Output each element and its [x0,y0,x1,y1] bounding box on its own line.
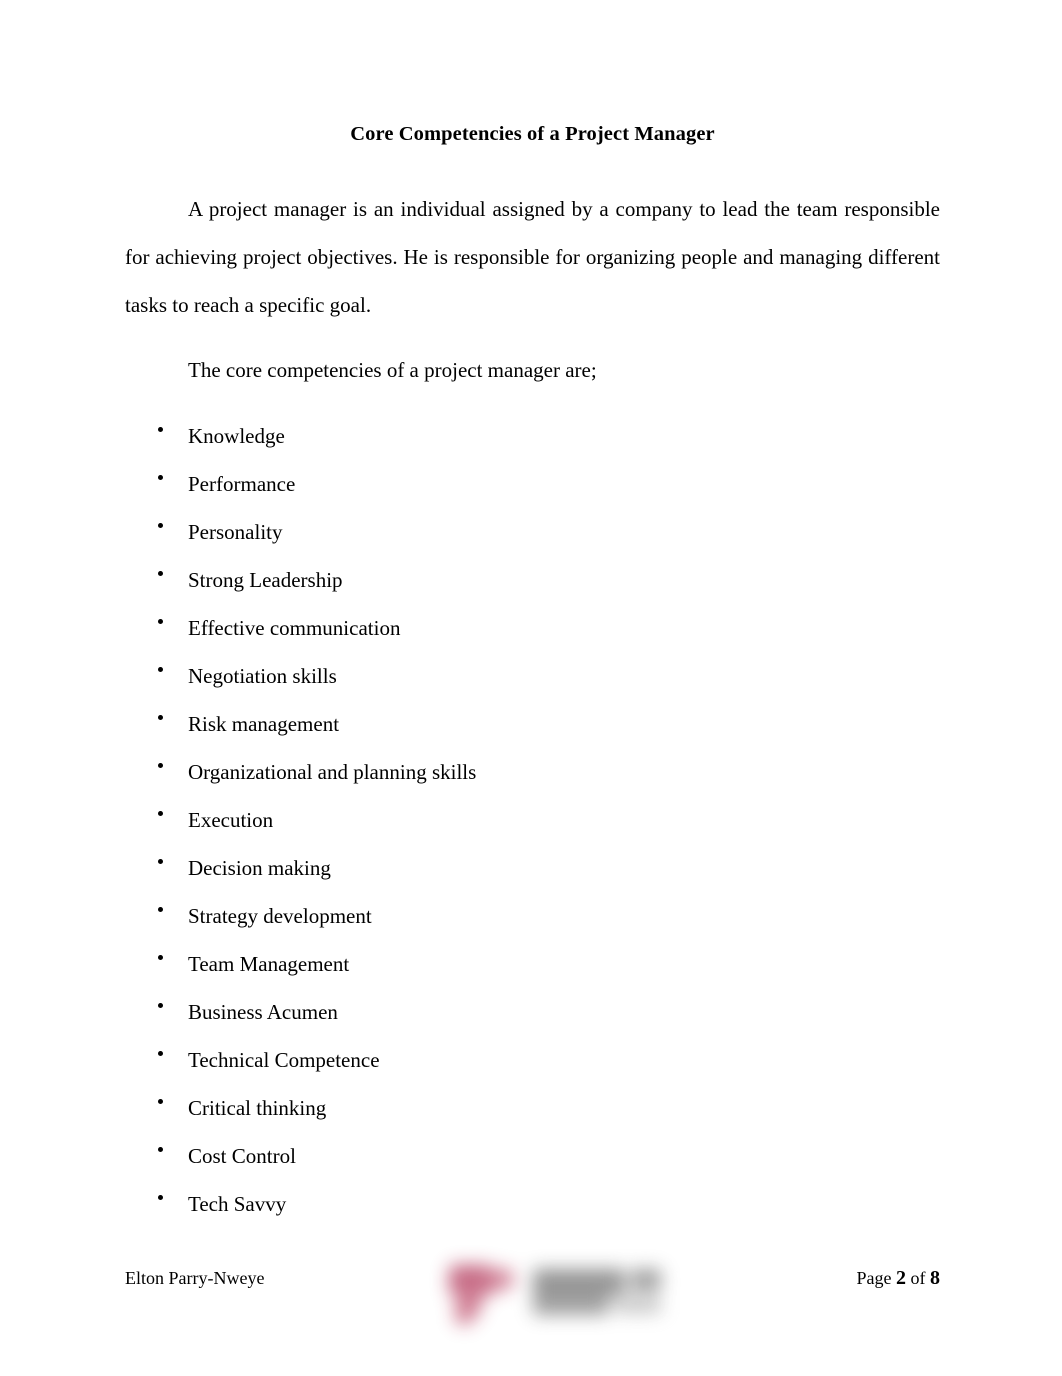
watermark-gray-block [615,1297,661,1313]
list-item: Strategy development [125,892,940,940]
watermark-gray-block [533,1269,625,1295]
list-item-label: Team Management [188,951,350,976]
watermark-pink-shape [455,1299,473,1325]
list-item: Organizational and planning skills [125,748,940,796]
list-item: Performance [125,460,940,508]
page-footer: Elton Parry-Nweye Page 2 of 8 [125,1263,941,1325]
list-item: Team Management [125,940,940,988]
page-number-indicator: Page 2 of 8 [857,1263,941,1293]
list-item-label: Cost Control [188,1143,296,1168]
list-item-label: Effective communication [188,615,401,640]
bullet-icon [158,906,163,912]
watermark-gray-block [533,1293,609,1315]
bullet-icon [158,714,163,720]
bullet-icon [158,1194,163,1200]
bullet-icon [158,618,163,624]
list-item-label: Execution [188,807,274,832]
list-item-label: Negotiation skills [188,663,337,688]
redacted-logo-watermark-icon [435,1251,675,1346]
list-item: Business Acumen [125,988,940,1036]
list-item: Decision making [125,844,940,892]
list-item-label: Strategy development [188,903,372,928]
list-item: Cost Control [125,1132,940,1180]
list-item-label: Tech Savvy [188,1191,287,1216]
watermark-gray-block [631,1269,661,1291]
list-item: Critical thinking [125,1084,940,1132]
list-item-label: Personality [188,519,283,544]
of-label: of [910,1268,926,1288]
bullet-icon [158,474,163,480]
watermark-pink-shape [449,1265,495,1295]
list-item: Tech Savvy [125,1180,940,1228]
list-item: Execution [125,796,940,844]
list-item-label: Critical thinking [188,1095,327,1120]
intro-paragraph: A project manager is an individual assig… [125,196,940,317]
bullet-icon [158,954,163,960]
bullet-icon [158,666,163,672]
page-label: Page [856,1268,892,1288]
list-item-label: Technical Competence [188,1047,380,1072]
list-item-label: Risk management [188,711,340,736]
list-lead-in-paragraph: The core competencies of a project manag… [188,357,597,382]
list-item: Personality [125,508,940,556]
bullet-icon [158,1050,163,1056]
watermark-pink-shape [459,1281,481,1317]
bullet-icon [158,858,163,864]
document-content: Core Competencies of a Project Manager A… [125,0,940,1228]
list-item: Negotiation skills [125,652,940,700]
list-item-label: Organizational and planning skills [188,759,477,784]
bullet-icon [158,522,163,528]
list-item: Technical Competence [125,1036,940,1084]
list-item: Knowledge [125,412,940,460]
document-page: Core Competencies of a Project Manager A… [0,0,1062,1376]
list-item: Risk management [125,700,940,748]
bullet-icon [158,570,163,576]
list-item-label: Strong Leadership [188,567,343,592]
competencies-list: Knowledge Performance Personality Strong… [125,412,940,1228]
footer-author: Elton Parry-Nweye [125,1268,265,1288]
page-title: Core Competencies of a Project Manager [350,123,715,145]
list-item: Strong Leadership [125,556,940,604]
list-item-label: Decision making [188,855,331,880]
list-item-label: Knowledge [188,423,285,448]
list-item-label: Performance [188,471,296,496]
bullet-icon [158,1098,163,1104]
bullet-icon [158,426,163,432]
current-page-number: 2 [896,1267,906,1289]
watermark-pink-shape [487,1269,513,1289]
bullet-icon [158,1146,163,1152]
list-item-label: Business Acumen [188,999,338,1024]
list-item: Effective communication [125,604,940,652]
bullet-icon [158,810,163,816]
bullet-icon [158,762,163,768]
bullet-icon [158,1002,163,1008]
total-page-count: 8 [930,1267,940,1289]
